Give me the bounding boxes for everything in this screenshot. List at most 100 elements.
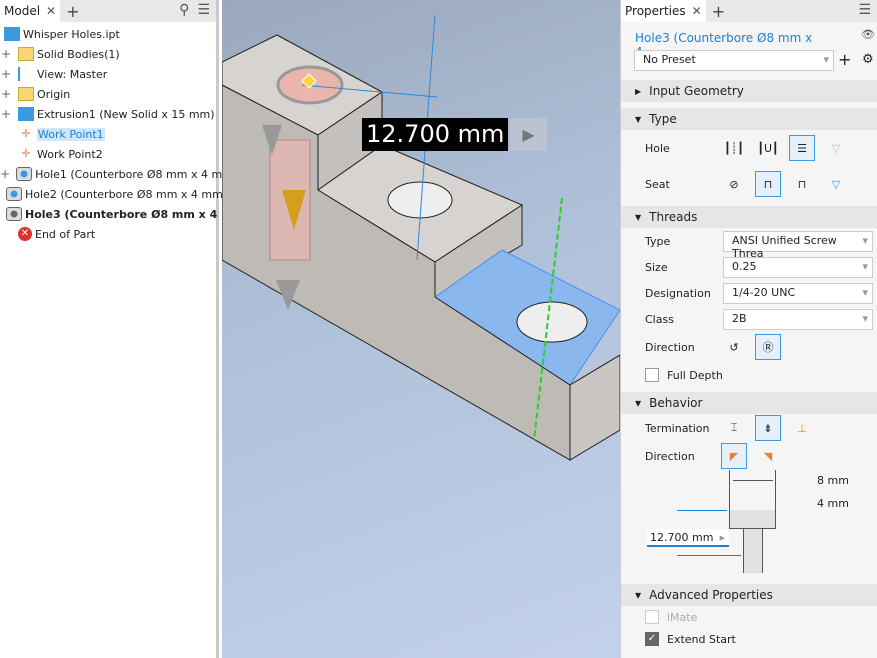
hole1 (516, 301, 588, 343)
node-label: Extrusion1 (New Solid x 15 mm) (37, 107, 215, 121)
tree-item-origin[interactable]: + Origin (0, 84, 216, 104)
tab-label: Model (4, 4, 41, 18)
full-depth-checkbox[interactable] (645, 368, 659, 382)
section-label: Behavior (649, 396, 703, 410)
expand-icon[interactable]: + (0, 47, 12, 61)
class-select[interactable]: 2B (723, 308, 873, 330)
left-hand-icon[interactable]: ↺ (721, 334, 747, 360)
designation-select[interactable]: 1/4-20 UNC (723, 282, 873, 304)
node-label: End of Part (35, 227, 96, 241)
node-label: Work Point1 (37, 127, 105, 141)
counterbore-icon[interactable]: ⊓ (755, 171, 781, 197)
node-label: Whisper Holes.ipt (23, 27, 120, 41)
tree-item-hole2[interactable]: Hole2 (Counterbore Ø8 mm x 4 mm, 1 (0, 184, 237, 204)
section-input-geometry[interactable]: ▶ Input Geometry (621, 80, 877, 102)
section-type[interactable]: ▼ Type (621, 108, 877, 130)
menu-icon[interactable]: ☰ (858, 2, 871, 18)
section-label: Input Geometry (649, 84, 744, 98)
extrusion-icon (18, 107, 34, 121)
hole-icon (6, 187, 22, 201)
extend-start-label: Extend Start (667, 632, 736, 646)
section-advanced-properties[interactable]: ▼ Advanced Properties (621, 584, 877, 606)
model-view (222, 14, 620, 461)
hole-depth-input[interactable]: 12.700 mm ▶ (647, 529, 729, 547)
tree-item-hole1[interactable]: + Hole1 (Counterbore Ø8 mm x 4 mm, 1 (0, 164, 247, 184)
tree-item-solid-bodies[interactable]: + Solid Bodies(1) (0, 44, 216, 64)
tree-item-hole3[interactable]: Hole3 (Counterbore Ø8 mm x 4 mm (0, 204, 244, 224)
section-label: Threads (649, 210, 698, 224)
tree-item-end-of-part[interactable]: ✕ End of Part (0, 224, 216, 244)
clearance-hole-icon[interactable]: ┃U┃ (755, 135, 781, 161)
node-label: Origin (37, 87, 71, 101)
visibility-icon[interactable]: 👁 (861, 28, 875, 41)
tab-label: Properties (625, 4, 686, 18)
tab-properties[interactable]: Properties ✕ (621, 0, 706, 22)
through-all-icon[interactable]: ⇟ (755, 415, 781, 441)
collapse-icon: ▼ (635, 590, 642, 600)
section-threads[interactable]: ▼ Threads (621, 206, 877, 228)
termination-label: Termination (645, 421, 710, 435)
extend-start-checkbox[interactable]: ✓ (645, 632, 659, 646)
add-tab-icon[interactable]: + (66, 2, 79, 21)
right-hand-icon[interactable]: Ⓡ (755, 334, 781, 360)
distance-icon[interactable]: ⌶ (721, 415, 747, 441)
flip-direction-icon[interactable]: ◥ (755, 443, 781, 469)
class-label: Class (645, 312, 674, 326)
section-label: Advanced Properties (649, 588, 773, 602)
add-preset-icon[interactable]: + (838, 50, 851, 69)
to-icon[interactable]: ⊥ (789, 415, 815, 441)
thread-type-select[interactable]: ANSI Unified Screw Threa (723, 230, 873, 260)
collapse-icon: ▼ (635, 114, 642, 124)
tree-item-work-point2[interactable]: ✛ Work Point2 (0, 144, 216, 164)
tapped-hole-icon[interactable]: ☰ (789, 135, 815, 161)
select-value: 0.25 (732, 259, 757, 273)
expand-icon[interactable]: + (0, 107, 12, 121)
gear-icon[interactable]: ⚙ (862, 52, 874, 67)
node-label: Hole1 (Counterbore Ø8 mm x 4 mm, 1 (35, 167, 247, 181)
tree-item-work-point1[interactable]: ✛ Work Point1 (0, 124, 216, 144)
model-browser: Model ✕ + ⚲ ☰ Whisper Holes.ipt + Solid Bod… (0, 0, 247, 658)
select-value: 2B (732, 311, 747, 325)
default-direction-icon[interactable]: ◤ (721, 443, 747, 469)
tree-root[interactable]: Whisper Holes.ipt (0, 24, 216, 44)
tab-model[interactable]: Model ✕ (0, 0, 61, 22)
3d-viewport[interactable]: 12.700 mm ▶ (222, 0, 620, 658)
countersink-icon[interactable]: ▽ (823, 171, 849, 197)
collapse-icon: ▼ (635, 398, 642, 408)
menu-icon[interactable]: ☰ (197, 2, 210, 18)
expand-icon: ▶ (635, 86, 642, 96)
simple-hole-icon[interactable]: ┃┊┃ (721, 135, 747, 161)
preset-value: No Preset (643, 53, 696, 66)
preset-select[interactable]: No Preset (634, 50, 834, 71)
full-depth-label: Full Depth (667, 368, 723, 382)
work-point-icon: ✛ (21, 127, 31, 140)
expand-icon[interactable]: + (0, 167, 10, 181)
view-icon (18, 67, 34, 81)
tree-item-extrusion1[interactable]: + Extrusion1 (New Solid x 15 mm) (0, 104, 216, 124)
properties-panel: Properties ✕ + ☰ Hole3 (Counterbore Ø8 mm… (620, 0, 877, 658)
end-of-part-icon: ✕ (18, 227, 32, 241)
node-label: View: Master (37, 67, 108, 81)
taper-tapped-hole-icon[interactable]: ▽ (823, 135, 849, 161)
no-seat-icon[interactable]: ⊘ (721, 171, 747, 197)
direction-label: Direction (645, 340, 695, 354)
imate-checkbox[interactable] (645, 610, 659, 624)
tree-item-view[interactable]: + View: Master (0, 64, 216, 84)
folder-icon (18, 47, 34, 61)
size-select[interactable]: 0.25 (723, 256, 873, 278)
seat-label: Seat (645, 177, 670, 191)
expand-icon[interactable]: + (0, 67, 12, 81)
close-icon[interactable]: ✕ (46, 4, 56, 18)
add-tab-icon[interactable]: + (712, 2, 725, 21)
designation-label: Designation (645, 286, 711, 300)
search-icon[interactable]: ⚲ (179, 2, 189, 18)
expand-icon[interactable]: + (0, 87, 12, 101)
dimension-input[interactable]: 12.700 mm (362, 118, 509, 151)
close-icon[interactable]: ✕ (692, 4, 702, 18)
hole-diagram: 8 mm 4 mm 12.700 mm ▶ (621, 470, 877, 584)
spotface-icon[interactable]: ⊓ (789, 171, 815, 197)
diameter-label: 8 mm (817, 474, 849, 487)
apply-arrow-button[interactable]: ▶ (510, 118, 547, 151)
input-value: 12.700 mm (650, 531, 714, 544)
section-behavior[interactable]: ▼ Behavior (621, 392, 877, 414)
